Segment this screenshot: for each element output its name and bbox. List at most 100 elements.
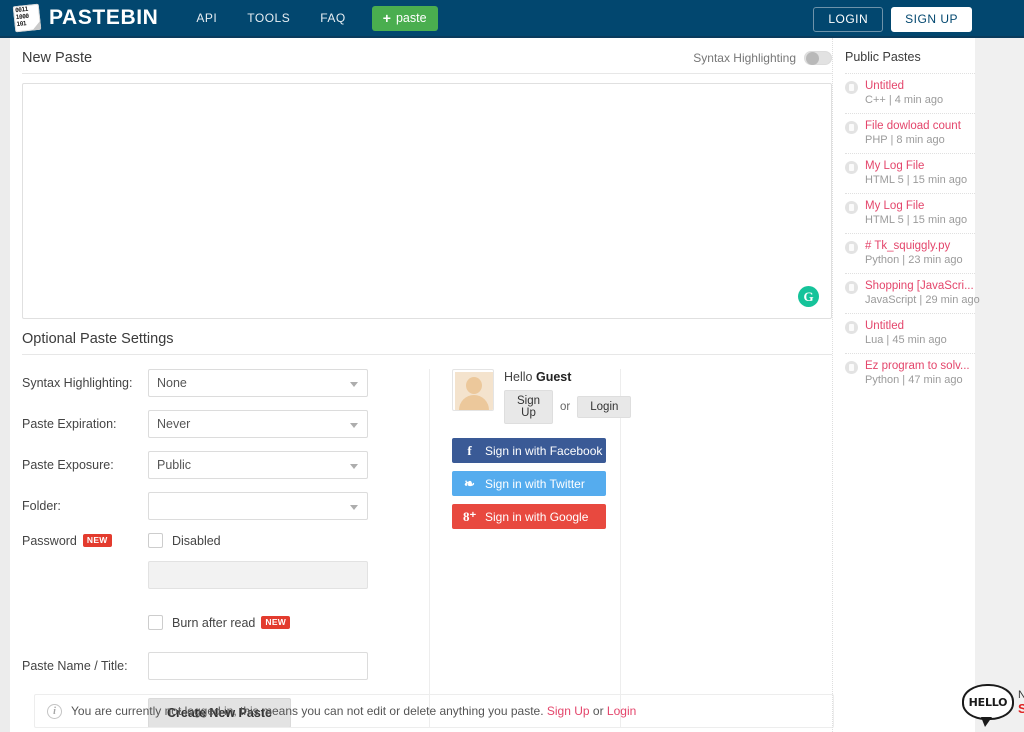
login-button[interactable]: LOGIN (813, 7, 883, 32)
logo[interactable]: 0011 1000 101 PASTEBIN (14, 5, 158, 31)
row-paste-expiration: Paste Expiration: Never (22, 410, 407, 438)
list-item-body: My Log File HTML 5 | 15 min ago (865, 200, 967, 226)
select-syntax-highlighting[interactable]: None (148, 369, 368, 397)
list-item-meta: Python | 23 min ago (865, 254, 963, 266)
nav-item-api[interactable]: API (196, 11, 217, 25)
list-item[interactable]: Ez program to solv... Python | 47 min ag… (845, 353, 975, 393)
row-folder: Folder: (22, 492, 407, 520)
password-disabled-checkbox[interactable] (148, 533, 163, 548)
plus-icon: + (383, 11, 391, 25)
paste-editor[interactable]: G (22, 83, 832, 319)
label-folder: Folder: (22, 499, 148, 513)
list-item-title[interactable]: Untitled (865, 80, 943, 92)
list-item-title[interactable]: My Log File (865, 200, 967, 212)
row-syntax-highlighting: Syntax Highlighting: None (22, 369, 407, 397)
logo-fold (31, 21, 41, 31)
list-item-body: Shopping [JavaScri... JavaScript | 29 mi… (865, 280, 975, 306)
content-column: New Paste Syntax Highlighting G Optional… (22, 38, 832, 732)
label-password: Password NEW (22, 534, 148, 548)
nav-item-tools[interactable]: TOOLS (247, 11, 290, 25)
grammarly-icon[interactable]: G (798, 286, 819, 307)
label-password-text: Password (22, 534, 77, 548)
label-paste-expiration: Paste Expiration: (22, 417, 148, 431)
list-item[interactable]: My Log File HTML 5 | 15 min ago (845, 193, 975, 233)
hello-side-text: N S (1018, 689, 1024, 715)
row-paste-name: Paste Name / Title: (22, 652, 407, 680)
password-disabled-label: Disabled (172, 534, 221, 548)
password-new-badge: NEW (83, 534, 112, 547)
list-item-body: Untitled Lua | 45 min ago (865, 320, 947, 346)
facebook-icon: f (463, 443, 476, 459)
row-password: Password NEW Disabled (22, 533, 407, 548)
list-item-title[interactable]: My Log File (865, 160, 967, 172)
list-item-title[interactable]: # Tk_squiggly.py (865, 240, 963, 252)
guest-header: Hello Guest Sign Up or Login (452, 369, 606, 424)
list-item[interactable]: Untitled C++ | 4 min ago (845, 73, 975, 113)
hello-side-bottom: S (1018, 702, 1024, 715)
select-folder[interactable] (148, 492, 368, 520)
list-item-title[interactable]: Ez program to solv... (865, 360, 970, 372)
list-item-title[interactable]: Untitled (865, 320, 947, 332)
paste-file-icon (845, 241, 858, 254)
select-paste-expiration[interactable]: Never (148, 410, 368, 438)
guest-login-button[interactable]: Login (577, 396, 631, 418)
paste-file-icon (845, 321, 858, 334)
list-item-body: File dowload count PHP | 8 min ago (865, 120, 961, 146)
nav-item-faq[interactable]: FAQ (320, 11, 346, 25)
logo-text: PASTEBIN (49, 6, 158, 30)
paste-file-icon (845, 121, 858, 134)
facebook-signin-button[interactable]: f Sign in with Facebook (452, 438, 606, 463)
label-paste-exposure: Paste Exposure: (22, 458, 148, 472)
select-paste-exposure[interactable]: Public (148, 451, 368, 479)
main-canvas: New Paste Syntax Highlighting G Optional… (10, 38, 975, 732)
syntax-highlighting-toggle[interactable] (804, 51, 832, 65)
password-input[interactable] (148, 561, 368, 589)
page-root: 0011 1000 101 PASTEBIN API TOOLS FAQ + p… (0, 0, 1024, 732)
guest-greeting: Hello Guest (504, 370, 631, 384)
paste-name-input[interactable] (148, 652, 368, 680)
speech-bubble-icon[interactable]: HELLO (962, 684, 1014, 720)
twitter-signin-label: Sign in with Twitter (485, 477, 585, 491)
list-item-title[interactable]: File dowload count (865, 120, 961, 132)
row-paste-exposure: Paste Exposure: Public (22, 451, 407, 479)
list-item-title[interactable]: Shopping [JavaScri... (865, 280, 975, 292)
list-item-body: Ez program to solv... Python | 47 min ag… (865, 360, 970, 386)
list-item[interactable]: My Log File HTML 5 | 15 min ago (845, 153, 975, 193)
label-paste-name: Paste Name / Title: (22, 659, 148, 673)
signup-button[interactable]: SIGN UP (891, 7, 972, 32)
new-paste-button[interactable]: + paste (372, 6, 438, 31)
hello-chat-widget[interactable]: HELLO N S (962, 684, 1024, 720)
site-header: 0011 1000 101 PASTEBIN API TOOLS FAQ + p… (0, 0, 1024, 38)
notice-or-text: or (590, 704, 607, 718)
page-title: New Paste (22, 50, 92, 66)
list-item[interactable]: # Tk_squiggly.py Python | 23 min ago (845, 233, 975, 273)
guest-name: Guest (536, 370, 571, 384)
list-item-meta: JavaScript | 29 min ago (865, 294, 975, 306)
right-gutter (975, 38, 1024, 732)
guest-signup-button[interactable]: Sign Up (504, 390, 553, 424)
list-item-body: Untitled C++ | 4 min ago (865, 80, 943, 106)
twitter-signin-button[interactable]: ❧ Sign in with Twitter (452, 471, 606, 496)
sidebar-title: Public Pastes (845, 38, 975, 73)
header-auth-buttons: LOGIN SIGN UP (813, 0, 972, 38)
public-pastes-sidebar: Public Pastes Untitled C++ | 4 min ago F… (832, 38, 975, 732)
burn-new-badge: NEW (261, 616, 290, 629)
list-item-meta: Python | 47 min ago (865, 374, 970, 386)
left-gutter (0, 0, 10, 732)
list-item-meta: Lua | 45 min ago (865, 334, 947, 346)
list-item-body: # Tk_squiggly.py Python | 23 min ago (865, 240, 963, 266)
row-spacer (22, 561, 148, 589)
guest-panel: Hello Guest Sign Up or Login f Sign in w… (429, 369, 621, 728)
burn-after-read-checkbox[interactable] (148, 615, 163, 630)
google-plus-icon: 8⁺ (463, 509, 476, 525)
new-paste-button-label: paste (396, 11, 427, 25)
list-item[interactable]: Untitled Lua | 45 min ago (845, 313, 975, 353)
main-nav: API TOOLS FAQ (196, 11, 345, 25)
facebook-signin-label: Sign in with Facebook (485, 444, 602, 458)
notice-login-link[interactable]: Login (607, 704, 636, 718)
notice-signup-link[interactable]: Sign Up (547, 704, 590, 718)
guest-greeting-prefix: Hello (504, 370, 536, 384)
google-signin-button[interactable]: 8⁺ Sign in with Google (452, 504, 606, 529)
list-item[interactable]: Shopping [JavaScri... JavaScript | 29 mi… (845, 273, 975, 313)
list-item[interactable]: File dowload count PHP | 8 min ago (845, 113, 975, 153)
